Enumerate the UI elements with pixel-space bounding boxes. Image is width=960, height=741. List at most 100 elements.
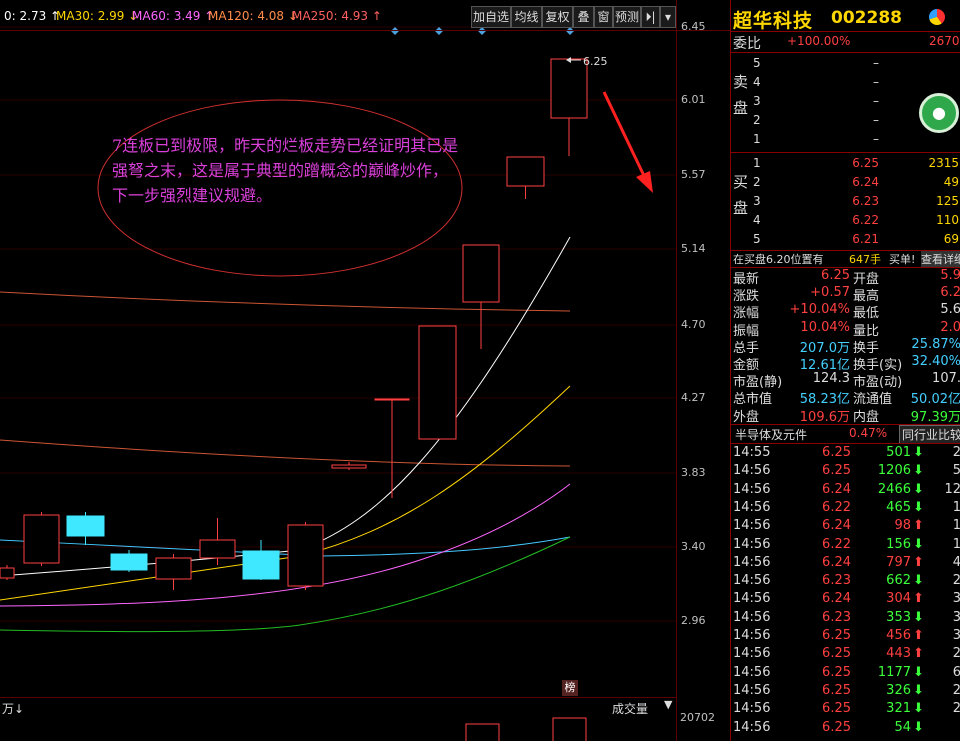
ma-button[interactable]: 均线 [511,6,542,28]
order-price: 6.22 [852,213,879,227]
green-badge-icon[interactable]: ● [919,93,959,133]
buy-book: 买盘 1 6.25 2315 2 6.24 49 3 6.23 125 4 6.22 110 5 6.21 6… [731,153,960,251]
quote-row: 最新 6.25 开盘 5.9 [731,268,960,287]
price-axis-tick: 6.01 [681,93,706,106]
down-arrow [602,91,648,181]
bang-badge[interactable]: 榜 [562,680,578,696]
tick-volume: 54 [894,719,911,735]
chevron-down-icon[interactable]: ▾ [660,6,676,28]
quote-row: 涨幅 +10.04% 最低 5.6 [731,302,960,322]
price-axis-tick: 3.40 [681,540,706,553]
quote-label: 内盘 [853,409,880,425]
tick-row: 14:56 6.25 443 ⬆ 2 [731,646,960,664]
quote-row: 振幅 10.04% 量比 2.0 [731,319,960,339]
sector-row: 半导体及元件 0.47% 同行业比较 [731,425,960,444]
tick-price: 6.25 [822,445,851,460]
tick-row: 14:56 6.25 1177 ⬇ 6 [731,665,960,683]
quote-value: 10.04% [800,319,850,335]
pie-chart-icon[interactable] [929,9,945,25]
quote-label: 最新 [733,272,760,287]
window-button[interactable]: 窗 [594,6,613,28]
arrow-down-icon: ⬇ [913,536,924,552]
sell-order-row[interactable]: 5– [731,55,960,73]
sell-order-row[interactable]: 4– [731,74,960,92]
chevron-down-icon[interactable]: ▼ [664,698,672,711]
candle-body [66,515,105,537]
tick-price: 6.24 [822,481,851,497]
analysis-annotation: 7连板已到极限，昨天的烂板走势已经证明其已是强弩之末，这是属于典型的蹭概念的巅峰… [112,136,459,205]
tick-count: 2 [952,573,960,589]
tick-list[interactable]: 14:55 6.25 501 ⬇ 2 14:56 6.25 1206 ⬇ 5 14:56 6.24 24… [731,445,960,741]
price-axis-tick: 6.45 [681,20,706,33]
add-watchlist-button[interactable]: 加自选 [471,6,511,28]
tick-row: 14:56 6.22 465 ⬇ 1 [731,500,960,518]
industry-compare-button[interactable]: 同行业比较 [899,425,960,444]
adjust-button[interactable]: 复权 [542,6,573,28]
tick-row: 14:56 6.24 98 ⬆ 1 [731,518,960,536]
tick-time: 14:55 [733,445,771,460]
quote-value: 2.0 [940,319,960,335]
candlestick-chart[interactable] [0,0,676,700]
tick-time: 14:56 [733,701,771,717]
price-axis-tick: 4.70 [681,318,706,331]
price-axis-tick: 3.83 [681,466,706,479]
ma-label: MA120: 4.08 ↓ [208,9,298,23]
tick-row: 14:56 6.23 353 ⬇ 3 [731,610,960,628]
order-level: 3 [753,94,761,108]
quote-label: 市盈(动) [853,375,903,391]
tick-volume: 456 [886,628,911,643]
candle-body [418,325,457,440]
volume-indicator-select[interactable]: 成交量 [612,700,648,717]
tick-volume: 353 [886,609,911,625]
tick-price: 6.25 [822,719,851,735]
tick-price: 6.25 [822,701,851,717]
tick-row: 14:56 6.25 1206 ⬇ 5 [731,463,960,481]
play-icon[interactable]: ⏵| [641,6,660,28]
buy-order-row[interactable]: 4 6.22 110 [731,212,960,230]
quote-label: 量比 [853,323,880,339]
forecast-button[interactable]: 预测 [613,6,641,28]
quote-value: +0.57 [810,285,850,301]
tick-time: 14:56 [733,481,771,497]
price-axis-tick: 2.96 [681,614,706,627]
quote-value: 97.39万 [910,409,960,425]
tick-count: 2 [952,445,960,460]
quote-label: 涨幅 [733,306,760,322]
buy-order-row[interactable]: 5 6.21 69 [731,231,960,249]
price-axis-tick: 5.14 [681,242,706,255]
order-level: 2 [753,113,761,127]
arrow-down-icon: ⬇ [913,719,924,735]
quote-row: 总手 207.0万 换手 25.87% [731,337,960,356]
buy-order-row[interactable]: 2 6.24 49 [731,174,960,192]
volume-axis-max: 20702 [680,711,715,724]
order-level: 5 [753,56,761,70]
order-level: 1 [753,156,761,170]
sector-name[interactable]: 半导体及元件 [735,426,807,443]
quote-panel: 超华科技 002288 委比 +100.00% 2670 卖盘 5–4–3–2–1… [730,0,960,741]
quote-label: 涨跌 [733,289,760,305]
quote-value: 6.25 [821,268,850,283]
candle-body [506,156,545,187]
arrow-up-icon: ⬆ [913,591,924,607]
tick-volume: 465 [886,499,911,515]
arrow-down-icon: ⬇ [913,664,924,680]
volume-bar [552,717,587,741]
tick-row: 14:56 6.24 2466 ⬇ 12 [731,482,960,500]
candle-body [374,398,410,401]
buy-order-row[interactable]: 3 6.23 125 [731,193,960,211]
tick-volume: 501 [886,445,911,460]
order-tip[interactable]: 在买盘6.20位置有 647手 买单! 查看详细 [731,250,960,268]
arrow-down-icon: ⬇ [913,499,924,515]
tick-time: 14:56 [733,664,771,680]
arrow-up-icon: ⬆ [913,646,924,662]
buy-order-row[interactable]: 1 6.25 2315 [731,155,960,173]
stock-header: 超华科技 002288 [731,2,960,32]
overlay-button[interactable]: 叠 [573,6,594,28]
quote-value: 124.3 [812,371,850,387]
tick-row: 14:56 6.24 304 ⬆ 3 [731,591,960,609]
tick-row: 14:56 6.25 321 ⬇ 2 [731,701,960,719]
quote-row: 总市值 58.23亿 流通值 50.02亿 [731,388,960,407]
sell-order-row[interactable]: 1– [731,131,960,149]
tick-count: 1 [952,518,960,534]
tip-link[interactable]: 查看详细 [921,251,960,267]
